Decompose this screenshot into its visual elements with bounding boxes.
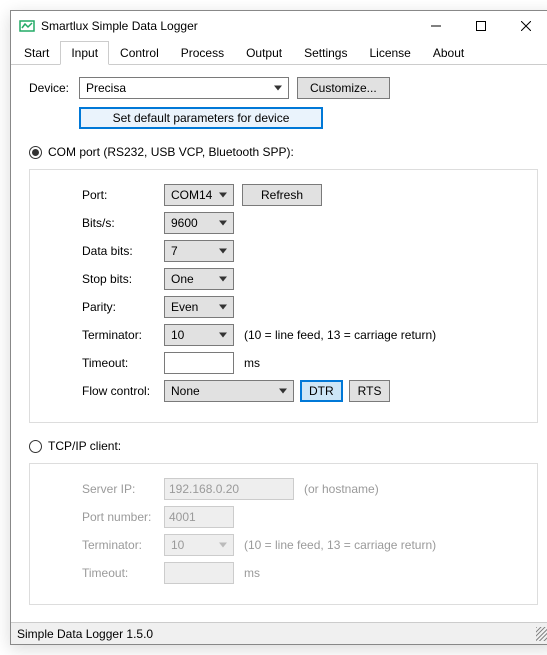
titlebar: Smartlux Simple Data Logger [11,11,547,41]
tcp-terminator-hint: (10 = line feed, 13 = carriage return) [244,538,436,552]
terminator-hint: (10 = line feed, 13 = carriage return) [244,328,436,342]
ip-label: Server IP: [82,482,164,496]
tab-start[interactable]: Start [13,41,60,65]
minimize-button[interactable] [413,12,458,40]
radio-icon [29,440,42,453]
terminator-label: Terminator: [82,328,164,342]
set-default-button[interactable]: Set default parameters for device [79,107,323,129]
tcp-terminator-select[interactable]: 10 [164,534,234,556]
databits-select[interactable]: 7 [164,240,234,262]
tcp-timeout-label: Timeout: [82,566,164,580]
app-icon [19,18,35,34]
status-bar: Simple Data Logger 1.5.0 [11,622,547,644]
device-select[interactable]: Precisa [79,77,289,99]
tcp-radio[interactable]: TCP/IP client: [29,439,538,453]
app-window: Smartlux Simple Data Logger Start Input … [10,10,547,645]
tcp-timeout-input[interactable] [164,562,234,584]
ip-hint: (or hostname) [304,482,379,496]
bits-select[interactable]: 9600 [164,212,234,234]
radio-icon [29,146,42,159]
bits-label: Bits/s: [82,216,164,230]
com-panel: Port: COM14 Refresh Bits/s: 9600 Data bi… [29,169,538,423]
resize-grip[interactable] [536,627,547,641]
com-port-label: COM port (RS232, USB VCP, Bluetooth SPP)… [48,145,294,159]
port-select[interactable]: COM14 [164,184,234,206]
window-title: Smartlux Simple Data Logger [41,19,413,33]
close-button[interactable] [503,12,547,40]
port-label: Port: [82,188,164,202]
ip-input[interactable] [164,478,294,500]
maximize-button[interactable] [458,12,503,40]
dtr-toggle[interactable]: DTR [300,380,343,402]
device-label: Device: [29,81,79,95]
refresh-button[interactable]: Refresh [242,184,322,206]
tcp-terminator-label: Terminator: [82,538,164,552]
terminator-select[interactable]: 10 [164,324,234,346]
rts-toggle[interactable]: RTS [349,380,391,402]
tcp-label: TCP/IP client: [48,439,121,453]
tab-license[interactable]: License [358,41,421,65]
timeout-unit: ms [244,356,260,370]
status-text: Simple Data Logger 1.5.0 [17,627,153,641]
stopbits-label: Stop bits: [82,272,164,286]
flow-label: Flow control: [82,384,164,398]
timeout-input[interactable] [164,352,234,374]
customize-button[interactable]: Customize... [297,77,390,99]
tab-process[interactable]: Process [170,41,235,65]
tab-input[interactable]: Input [60,41,109,65]
timeout-label: Timeout: [82,356,164,370]
flow-select[interactable]: None [164,380,294,402]
parity-label: Parity: [82,300,164,314]
tab-output[interactable]: Output [235,41,293,65]
portnum-label: Port number: [82,510,164,524]
tab-bar: Start Input Control Process Output Setti… [11,41,547,65]
com-port-radio[interactable]: COM port (RS232, USB VCP, Bluetooth SPP)… [29,145,538,159]
tab-about[interactable]: About [422,41,475,65]
tab-content: Device: Precisa Customize... Set default… [11,65,547,622]
stopbits-select[interactable]: One [164,268,234,290]
portnum-input[interactable] [164,506,234,528]
parity-select[interactable]: Even [164,296,234,318]
tab-settings[interactable]: Settings [293,41,358,65]
tab-control[interactable]: Control [109,41,170,65]
tcp-timeout-unit: ms [244,566,260,580]
databits-label: Data bits: [82,244,164,258]
tcp-panel: Server IP: (or hostname) Port number: Te… [29,463,538,605]
